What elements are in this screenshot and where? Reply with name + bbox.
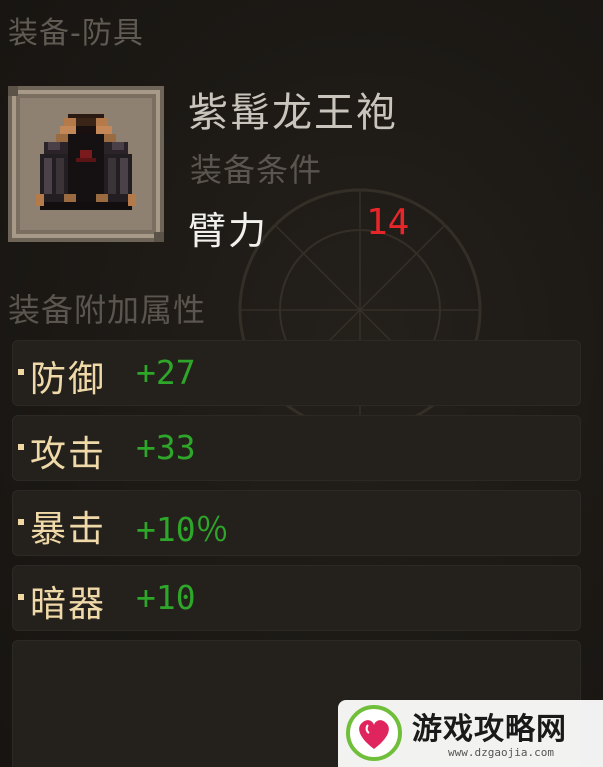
equipment-tooltip-panel: 装备-防具 紫髯龙王袍 装备条件 臂力 14 装备附加属性 防御 +27 攻击 … bbox=[0, 0, 603, 767]
requirement-stat: 臂力 bbox=[188, 209, 269, 253]
attribute-list: 防御 +27 攻击 +33 暴击 +10％ 暗器 +10 bbox=[12, 340, 582, 640]
attribute-name: 暴击 bbox=[30, 509, 107, 550]
requirement-value: 14 bbox=[366, 202, 410, 243]
attribute-row-critical: 暴击 +10％ bbox=[12, 490, 581, 556]
attribute-row-defense: 防御 +27 bbox=[12, 340, 581, 406]
attribute-row-hidden-weapon: 暗器 +10 bbox=[12, 565, 581, 631]
bullet-icon bbox=[18, 444, 24, 450]
attribute-name: 防御 bbox=[30, 359, 107, 400]
dark-robe-icon bbox=[36, 114, 136, 210]
bullet-icon bbox=[18, 594, 24, 600]
attribute-value: +27 bbox=[136, 353, 196, 392]
attribute-value: +10 bbox=[136, 578, 196, 617]
bullet-icon bbox=[18, 519, 24, 525]
attribute-name: 攻击 bbox=[30, 434, 107, 475]
watermark: 游戏攻略网 www.dzgaojia.com bbox=[338, 700, 603, 767]
item-icon-frame[interactable] bbox=[8, 86, 164, 242]
requirement-label: 装备条件 bbox=[190, 151, 323, 189]
attribute-name: 暗器 bbox=[30, 584, 107, 625]
item-name: 紫髯龙王袍 bbox=[188, 90, 398, 136]
attribute-value: +33 bbox=[136, 428, 196, 467]
heart-logo-icon bbox=[346, 705, 402, 761]
attribute-row-attack: 攻击 +33 bbox=[12, 415, 581, 481]
category-title: 装备-防具 bbox=[8, 16, 144, 51]
attributes-title: 装备附加属性 bbox=[8, 291, 207, 329]
bullet-icon bbox=[18, 369, 24, 375]
watermark-url: www.dzgaojia.com bbox=[448, 746, 554, 759]
requirement-row: 臂力 14 bbox=[188, 200, 448, 253]
attribute-value: +10％ bbox=[136, 510, 229, 549]
watermark-text: 游戏攻略网 bbox=[412, 712, 567, 747]
